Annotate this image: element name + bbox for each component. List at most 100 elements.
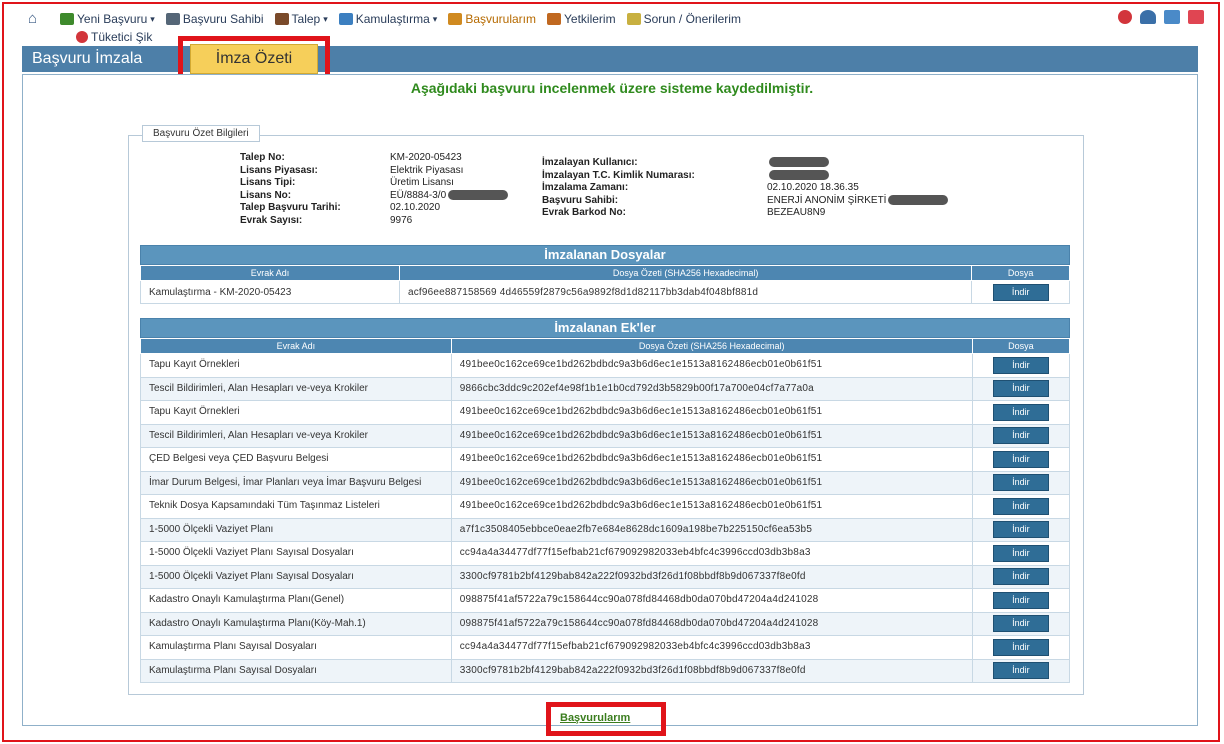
download-cell: İndir: [971, 376, 1071, 401]
column-header: Dosya Özeti (SHA256 Hexadecimal): [450, 338, 973, 354]
field-value: 02.10.2020: [390, 202, 441, 213]
download-cell: İndir: [971, 447, 1071, 472]
field-value: 9976: [390, 214, 413, 226]
menu-item-0[interactable]: Yeni Başvuru ▾: [60, 12, 155, 26]
document-hash: 3300cf9781b2bf4129bab842a222f0932bd3f26d…: [450, 564, 973, 589]
redaction-mark: [448, 189, 509, 200]
menu-item-icon: [547, 13, 561, 25]
field-label: Talep No:: [240, 152, 285, 163]
field-label: Lisans Tipi:: [240, 177, 296, 188]
highlight-back-link: [546, 702, 666, 736]
document-hash: 491bee0c162ce69ce1bd262bdbdc9a3b6d6ec1e1…: [450, 423, 973, 448]
document-hash: 491bee0c162ce69ce1bd262bdbdc9a3b6d6ec1e1…: [450, 447, 973, 472]
download-button[interactable]: İndir: [992, 450, 1049, 468]
header-actions: [1118, 10, 1204, 24]
home-icon[interactable]: ⌂: [28, 11, 46, 26]
document-hash: acf96ee887158569 4d46559f2879c56a9892f8d…: [398, 280, 973, 304]
download-button[interactable]: İndir: [992, 474, 1049, 492]
document-hash: 098875f41af5722a79c158644cc90a078fd84468…: [450, 611, 973, 636]
document-hash: cc94a4a34477df77f15efbab21cf679092982033…: [450, 635, 973, 660]
document-name: Kadastro Onaylı Kamulaştırma Planı(Genel…: [140, 588, 452, 613]
field-label: Lisans No:: [240, 189, 292, 201]
document-name: Kamulaştırma Planı Sayısal Dosyaları: [140, 635, 452, 660]
download-button[interactable]: İndir: [992, 568, 1049, 586]
attachments-table: Evrak Adı Dosya Özeti (SHA256 Hexadecimal…: [140, 338, 1071, 683]
column-header: Dosya: [971, 265, 1070, 281]
table-row: Kamulaştırma - KM-2020-05423 acf96ee88715…: [140, 280, 1070, 304]
field-value: Elektrik Piyasası: [390, 164, 464, 176]
download-button[interactable]: İndir: [992, 283, 1049, 301]
menu-item-5[interactable]: Yetkilerim: [547, 12, 616, 26]
download-button[interactable]: İndir: [992, 427, 1049, 445]
summary-field: Talep No: KM-2020-05423: [240, 152, 508, 165]
document-name: 1-5000 Ölçekli Vaziyet Planı: [140, 517, 452, 542]
alert-icon: [76, 31, 88, 43]
files-table-title: İmzalanan Dosyalar: [140, 245, 1070, 265]
user-icon[interactable]: [1140, 10, 1156, 24]
tab-basvuru-imzala[interactable]: Başvuru İmzala: [22, 46, 152, 72]
download-cell: İndir: [971, 494, 1071, 519]
document-name: Kadastro Onaylı Kamulaştırma Planı(Köy-M…: [140, 611, 452, 636]
document-name: 1-5000 Ölçekli Vaziyet Planı Sayısal Dos…: [140, 541, 452, 566]
table-row: Kadastro Onaylı Kamulaştırma Planı(Genel…: [140, 588, 1071, 613]
document-name: Kamulaştırma - KM-2020-05423: [140, 280, 400, 304]
document-hash: 3300cf9781b2bf4129bab842a222f0932bd3f26d…: [450, 658, 973, 683]
document-hash: 491bee0c162ce69ce1bd262bdbdc9a3b6d6ec1e1…: [450, 494, 973, 519]
document-name: Tescil Bildirimleri, Alan Hesapları ve-v…: [140, 423, 452, 448]
table-row: Tescil Bildirimleri, Alan Hesapları ve-v…: [140, 423, 1071, 448]
menu-item-icon: [338, 13, 353, 25]
summary-right: İmzalayan Kullanıcı: İmzalayan T.C. Kimli…: [542, 157, 949, 220]
download-button[interactable]: İndir: [992, 662, 1049, 680]
download-cell: İndir: [971, 470, 1071, 495]
menu-item-icon: [165, 13, 180, 25]
menu-item-icon: [60, 13, 74, 25]
field-value: Üretim Lisansı: [390, 177, 454, 188]
document-name: Tapu Kayıt Örnekleri: [140, 353, 452, 378]
field-value: EÜ/8884-3/0: [390, 189, 447, 201]
download-button[interactable]: İndir: [992, 638, 1049, 656]
table-row: İmar Durum Belgesi, İmar Planları veya İ…: [140, 470, 1071, 495]
field-label: Talep Başvuru Tarihi:: [240, 202, 341, 213]
document-hash: cc94a4a34477df77f15efbab21cf679092982033…: [450, 541, 973, 566]
document-name: İmar Durum Belgesi, İmar Planları veya İ…: [140, 470, 452, 495]
download-button[interactable]: İndir: [992, 356, 1049, 374]
table-row: Kadastro Onaylı Kamulaştırma Planı(Köy-M…: [140, 611, 1071, 636]
download-button[interactable]: İndir: [992, 544, 1049, 562]
message-icon[interactable]: [1164, 10, 1180, 24]
summary-field: İmzalama Zamanı: 02.10.2020 18.36.35: [542, 182, 948, 195]
download-button[interactable]: İndir: [992, 615, 1049, 633]
menu-item-label: Sorun / Önerilerim: [643, 12, 741, 26]
field-label: Evrak Barkod No:: [542, 207, 626, 218]
download-button[interactable]: İndir: [992, 403, 1049, 421]
chevron-down-icon: ▾: [150, 13, 155, 24]
document-hash: 098875f41af5722a79c158644cc90a078fd84468…: [450, 588, 973, 613]
menu-item-label: Talep: [291, 12, 321, 26]
menu-item-6[interactable]: Sorun / Önerilerim: [626, 12, 741, 26]
download-button[interactable]: İndir: [992, 521, 1049, 539]
summary-field: Başvuru Sahibi: ENERJİ ANONİM ŞİRKETİ: [542, 195, 949, 208]
menu-item-1[interactable]: Başvuru Sahibi: [165, 12, 264, 26]
files-table: Evrak Adı Dosya Özeti (SHA256 Hexadecimal…: [140, 265, 1070, 304]
field-label: Lisans Piyasası:: [240, 164, 318, 176]
download-button[interactable]: İndir: [992, 380, 1049, 398]
attachments-table-title: İmzalanan Ek'ler: [140, 318, 1070, 338]
download-cell: İndir: [971, 280, 1070, 304]
notification-icon[interactable]: [1118, 10, 1132, 24]
logout-icon[interactable]: [1188, 10, 1204, 24]
download-button[interactable]: İndir: [992, 591, 1049, 609]
menu-item-tuketici-sikayet[interactable]: Tüketici Şik: [76, 30, 152, 44]
download-cell: İndir: [971, 517, 1071, 542]
table-row: Kamulaştırma Planı Sayısal Dosyaları 3300…: [140, 658, 1071, 683]
menu-item-label: Başvurularım: [465, 12, 536, 26]
summary-field: Lisans Tipi: Üretim Lisansı: [240, 177, 508, 190]
redaction-mark: [769, 169, 829, 180]
menu-item-3[interactable]: Kamulaştırma ▾: [338, 12, 437, 26]
menu-item-4[interactable]: Başvurularım: [448, 12, 536, 26]
table-row: 1-5000 Ölçekli Vaziyet Planı a7f1c3508405…: [140, 517, 1071, 542]
download-cell: İndir: [971, 400, 1071, 425]
document-name: Teknik Dosya Kapsamındaki Tüm Taşınmaz L…: [140, 494, 452, 519]
document-hash: 491bee0c162ce69ce1bd262bdbdc9a3b6d6ec1e1…: [450, 400, 973, 425]
download-button[interactable]: İndir: [992, 497, 1049, 515]
document-name: ÇED Belgesi veya ÇED Başvuru Belgesi: [140, 447, 452, 472]
menu-item-2[interactable]: Talep ▾: [274, 12, 328, 26]
